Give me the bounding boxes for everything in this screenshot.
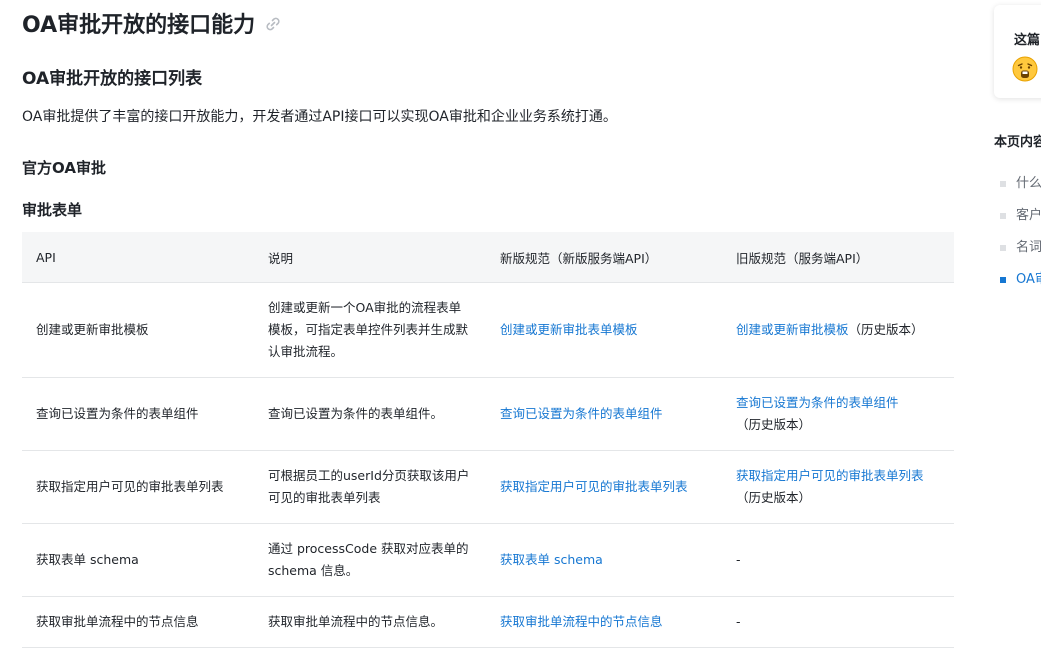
api-name: 获取审批单流程中的节点信息 bbox=[22, 596, 254, 648]
page-title: OA审批开放的接口能力 bbox=[22, 10, 283, 42]
new-spec-link[interactable]: 创建或更新审批表单模板 bbox=[500, 322, 638, 337]
header-old-spec: 旧版规范（服务端API） bbox=[722, 232, 954, 283]
table-header-row: API 说明 新版规范（新版服务端API） 旧版规范（服务端API） bbox=[22, 232, 954, 283]
api-description: 获取审批单流程中的节点信息。 bbox=[254, 596, 486, 648]
api-name: 获取指定用户可见的审批表单列表 bbox=[22, 450, 254, 524]
intro-text: OA审批提供了丰富的接口开放能力，开发者通过API接口可以实现OA审批和企业业务… bbox=[22, 109, 617, 125]
old-spec-link[interactable]: 查询已设置为条件的表单组件 bbox=[736, 395, 899, 410]
new-spec-link[interactable]: 查询已设置为条件的表单组件 bbox=[500, 406, 663, 421]
header-description: 说明 bbox=[254, 232, 486, 283]
table-row: 获取表单 schema 通过 processCode 获取对应表单的 schem… bbox=[22, 523, 954, 597]
table-row: 创建或更新审批模板 创建或更新一个OA审批的流程表单模板，可指定表单控件列表并生… bbox=[22, 282, 954, 378]
api-name: 获取表单 schema bbox=[22, 523, 254, 597]
toc-marker bbox=[1000, 244, 1006, 251]
subsection-title: 官方OA审批 bbox=[22, 159, 106, 177]
old-spec-empty: - bbox=[736, 552, 741, 567]
toc-item[interactable]: 客户 bbox=[1000, 204, 1041, 223]
old-spec-note: （历史版本） bbox=[736, 417, 812, 432]
header-api: API bbox=[22, 232, 254, 283]
toc-item[interactable]: 什么 bbox=[1000, 172, 1041, 191]
table-row: 查询已设置为条件的表单组件 查询已设置为条件的表单组件。 查询已设置为条件的表单… bbox=[22, 377, 954, 451]
old-spec-note: （历史版本） bbox=[848, 322, 924, 337]
shocked-emoji-icon[interactable] bbox=[1012, 56, 1038, 82]
api-table: API 说明 新版规范（新版服务端API） 旧版规范（服务端API） 创建或更新… bbox=[22, 232, 954, 648]
feedback-card: 这篇 bbox=[994, 5, 1041, 98]
api-description: 可根据员工的userId分页获取该用户可见的审批表单列表 bbox=[254, 450, 486, 524]
api-description: 通过 processCode 获取对应表单的 schema 信息。 bbox=[254, 523, 486, 597]
table-heading: 审批表单 bbox=[22, 201, 83, 219]
toc-marker bbox=[1000, 180, 1006, 187]
api-name: 查询已设置为条件的表单组件 bbox=[22, 377, 254, 451]
table-row: 获取审批单流程中的节点信息 获取审批单流程中的节点信息。 获取审批单流程中的节点… bbox=[22, 596, 954, 648]
old-spec-link[interactable]: 创建或更新审批模板 bbox=[736, 322, 849, 337]
link-icon[interactable] bbox=[263, 14, 283, 34]
old-spec-note: （历史版本） bbox=[736, 490, 812, 505]
old-spec-empty: - bbox=[736, 614, 741, 629]
header-new-spec: 新版规范（新版服务端API） bbox=[486, 232, 722, 283]
old-spec-link[interactable]: 获取指定用户可见的审批表单列表 bbox=[736, 468, 924, 483]
feedback-card-title: 这篇 bbox=[1014, 33, 1041, 48]
toc-item[interactable]: 名词 bbox=[1000, 236, 1041, 255]
toc-marker bbox=[1000, 212, 1006, 219]
api-description: 查询已设置为条件的表单组件。 bbox=[254, 377, 486, 451]
api-description: 创建或更新一个OA审批的流程表单模板，可指定表单控件列表并生成默认审批流程。 bbox=[254, 282, 486, 378]
toc-title: 本页内容 bbox=[994, 135, 1041, 150]
toc-item-active[interactable]: OA审 bbox=[1000, 268, 1041, 287]
new-spec-link[interactable]: 获取审批单流程中的节点信息 bbox=[500, 614, 663, 629]
table-row: 获取指定用户可见的审批表单列表 可根据员工的userId分页获取该用户可见的审批… bbox=[22, 450, 954, 524]
new-spec-link[interactable]: 获取表单 schema bbox=[500, 552, 603, 567]
toc-marker bbox=[1000, 276, 1006, 283]
new-spec-link[interactable]: 获取指定用户可见的审批表单列表 bbox=[500, 479, 688, 494]
section-title: OA审批开放的接口列表 bbox=[22, 69, 203, 89]
api-name: 创建或更新审批模板 bbox=[22, 282, 254, 378]
